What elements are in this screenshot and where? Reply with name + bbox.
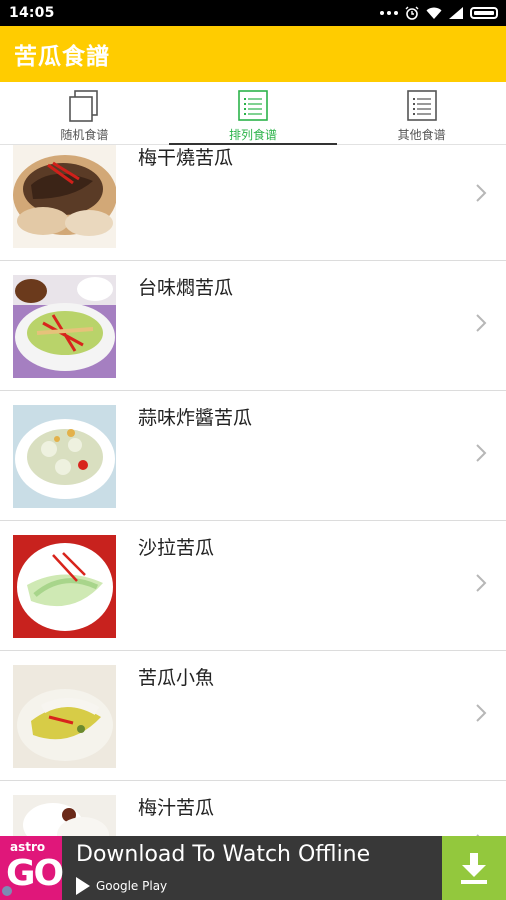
copy-icon bbox=[69, 90, 99, 122]
status-icons bbox=[380, 6, 498, 20]
download-button[interactable] bbox=[442, 836, 506, 900]
recipe-row[interactable]: 沙拉苦瓜 bbox=[0, 521, 506, 651]
alarm-icon bbox=[405, 6, 419, 20]
tab-sorted-recipes[interactable]: 排列食谱 bbox=[168, 82, 338, 145]
tab-bar: 随机食谱 排列食谱 其他食谱 bbox=[0, 82, 506, 145]
chevron-right-icon bbox=[476, 184, 487, 202]
chevron-right-icon bbox=[476, 574, 487, 592]
recipe-thumbnail bbox=[13, 405, 116, 508]
status-time: 14:05 bbox=[9, 5, 55, 21]
google-play-icon bbox=[76, 877, 90, 895]
recipe-thumbnail bbox=[13, 145, 116, 248]
chevron-right-icon bbox=[476, 314, 487, 332]
ad-headline: Download To Watch Offline bbox=[76, 842, 371, 867]
ad-info-icon[interactable] bbox=[2, 886, 12, 896]
recipe-title: 梅干燒苦瓜 bbox=[138, 147, 234, 169]
tab-label: 其他食谱 bbox=[397, 128, 446, 142]
list-icon bbox=[406, 90, 437, 121]
tab-label: 排列食谱 bbox=[229, 128, 278, 142]
recipe-row[interactable]: 蒜味炸醬苦瓜 bbox=[0, 391, 506, 521]
more-notifications-icon bbox=[380, 11, 398, 15]
recipe-thumbnail bbox=[13, 665, 116, 768]
recipe-title: 梅汁苦瓜 bbox=[138, 797, 215, 819]
recipe-row[interactable]: 台味燜苦瓜 bbox=[0, 261, 506, 391]
list-icon bbox=[238, 90, 268, 121]
recipe-title: 蒜味炸醬苦瓜 bbox=[138, 407, 253, 429]
chevron-right-icon bbox=[476, 444, 487, 462]
logo-brand-main: GO bbox=[6, 853, 64, 894]
tab-label: 随机食谱 bbox=[60, 128, 109, 142]
app-title: 苦瓜食譜 bbox=[14, 44, 110, 70]
recipe-thumbnail bbox=[13, 535, 116, 638]
recipe-row[interactable]: 梅干燒苦瓜 bbox=[0, 145, 506, 261]
app-bar: 苦瓜食譜 bbox=[0, 26, 506, 82]
recipe-thumbnail bbox=[13, 275, 116, 378]
recipe-title: 沙拉苦瓜 bbox=[138, 537, 215, 559]
ad-banner[interactable]: astro GO Download To Watch Offline Googl… bbox=[0, 836, 506, 900]
status-bar: 14:05 bbox=[0, 0, 506, 26]
recipe-row[interactable]: 苦瓜小魚 bbox=[0, 651, 506, 781]
recipe-title: 苦瓜小魚 bbox=[138, 667, 215, 689]
wifi-icon bbox=[426, 7, 442, 19]
store-label: Google Play bbox=[96, 879, 168, 893]
google-play-badge: Google Play bbox=[74, 876, 167, 896]
astro-go-logo: astro GO bbox=[0, 836, 64, 900]
recipe-row[interactable]: 梅汁苦瓜 bbox=[0, 781, 506, 836]
recipe-title: 台味燜苦瓜 bbox=[138, 277, 234, 299]
tab-other-recipes[interactable]: 其他食谱 bbox=[337, 82, 506, 144]
chevron-right-icon bbox=[476, 704, 487, 722]
battery-icon bbox=[470, 7, 498, 19]
logo-brand-top: astro bbox=[10, 840, 46, 854]
recipe-thumbnail bbox=[13, 795, 116, 836]
signal-icon bbox=[449, 7, 463, 19]
download-icon bbox=[461, 853, 487, 884]
tab-random-recipes[interactable]: 随机食谱 bbox=[0, 82, 169, 144]
recipe-list[interactable]: 梅干燒苦瓜 台味燜苦瓜 蒜味炸醬苦瓜 沙拉苦瓜 苦瓜小魚 梅汁苦瓜 bbox=[0, 145, 506, 836]
